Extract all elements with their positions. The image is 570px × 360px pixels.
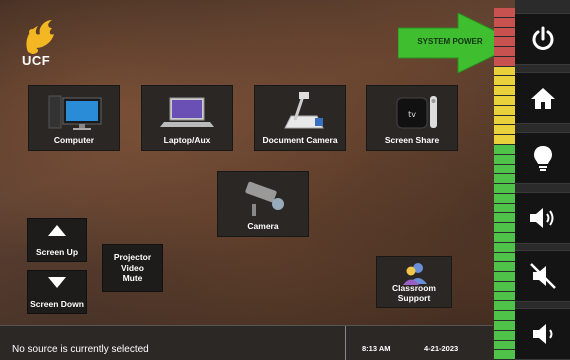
screen-up-button[interactable]: Screen Up: [27, 218, 87, 262]
source-document-camera-label: Document Camera: [262, 135, 338, 145]
status-date: 4-21-2023: [424, 344, 459, 353]
svg-text:tv: tv: [408, 110, 416, 119]
computer-icon: [29, 90, 119, 134]
source-computer-button[interactable]: Computer: [28, 85, 120, 151]
meter-segment: [494, 86, 515, 97]
screen-down-label: Screen Down: [30, 299, 84, 309]
meter-segment: [494, 96, 515, 106]
meter-segment: [494, 242, 515, 253]
mute-label-line1: Projector: [113, 252, 152, 263]
support-label-line2: Support: [397, 292, 431, 303]
status-divider: [345, 326, 346, 360]
lightbulb-icon: [533, 146, 552, 171]
meter-segment: [494, 76, 515, 87]
meter-segment: [494, 281, 515, 292]
meter-segment: [494, 37, 515, 48]
home-icon: [530, 88, 555, 109]
meter-segment: [494, 193, 515, 204]
power-button[interactable]: [515, 13, 570, 65]
meter-segment: [494, 301, 515, 312]
volume-up-icon: [529, 208, 553, 228]
mute-label-line3: Mute: [122, 273, 143, 284]
meter-segment: [494, 232, 515, 243]
volume-up-button[interactable]: [515, 192, 570, 244]
meter-segment: [494, 135, 515, 145]
meter-segment: [494, 125, 515, 136]
lights-button[interactable]: [515, 132, 570, 184]
classroom-support-button[interactable]: Classroom Support: [376, 256, 452, 308]
security-camera-icon: [218, 176, 308, 220]
projector-video-mute-button[interactable]: Projector Video Mute: [102, 244, 163, 292]
meter-segment: [494, 154, 515, 165]
arrow-down-icon: [48, 277, 66, 288]
system-power-label: SYSTEM POWER: [417, 37, 483, 46]
source-document-camera-button[interactable]: Document Camera: [254, 85, 346, 151]
meter-segment: [494, 213, 515, 224]
screen-up-label: Screen Up: [35, 247, 79, 257]
meter-segment: [494, 350, 515, 360]
source-laptop-button[interactable]: Laptop/Aux: [141, 85, 233, 151]
meter-segment: [494, 311, 515, 321]
source-computer-label: Computer: [53, 135, 95, 145]
meter-segment: [494, 291, 515, 302]
status-bar: No source is currently selected 8:13 AM …: [0, 325, 493, 360]
mute-label-line2: Video: [120, 262, 144, 273]
meter-segment: [494, 174, 515, 185]
meter-segment: [494, 321, 515, 331]
source-screen-share-label: Screen Share: [384, 135, 440, 145]
volume-level-meter: [494, 8, 515, 360]
laptop-icon: [142, 90, 232, 134]
meter-segment: [494, 340, 515, 351]
meter-segment: [494, 223, 515, 233]
meter-segment: [494, 66, 515, 77]
mute-icon: [529, 263, 556, 289]
meter-segment: [494, 17, 515, 28]
meter-segment: [494, 56, 515, 67]
document-camera-icon: [255, 90, 345, 134]
meter-segment: [494, 8, 515, 18]
screen-down-button[interactable]: Screen Down: [27, 270, 87, 314]
source-camera-label: Camera: [247, 221, 279, 231]
status-time: 8:13 AM: [362, 344, 391, 353]
meter-segment: [494, 47, 515, 57]
meter-segment: [494, 105, 515, 116]
apple-tv-icon: tv: [367, 90, 457, 134]
people-icon: [403, 263, 427, 285]
meter-segment: [494, 252, 515, 263]
status-message: No source is currently selected: [12, 344, 149, 355]
meter-segment: [494, 115, 515, 126]
meter-segment: [494, 262, 515, 273]
touch-panel-screen: UCF Computer Laptop/Aux Document Camera …: [0, 0, 570, 360]
meter-segment: [494, 184, 515, 194]
classroom-support-label: Classroom Support: [392, 283, 436, 307]
mute-button[interactable]: [515, 250, 570, 302]
source-screen-share-button[interactable]: tv Screen Share: [366, 85, 458, 151]
home-button[interactable]: [515, 72, 570, 124]
meter-segment: [494, 164, 515, 175]
meter-segment: [494, 272, 515, 282]
meter-segment: [494, 144, 515, 155]
meter-segment: [494, 27, 515, 38]
meter-segment: [494, 203, 515, 214]
arrow-up-icon: [48, 225, 66, 236]
volume-down-icon: [532, 324, 552, 344]
volume-down-button[interactable]: [515, 308, 570, 360]
meter-segment: [494, 330, 515, 341]
power-icon: [532, 26, 553, 50]
source-camera-button[interactable]: Camera: [217, 171, 309, 237]
source-laptop-label: Laptop/Aux: [163, 135, 211, 145]
ucf-logo-text: UCF: [22, 53, 51, 68]
